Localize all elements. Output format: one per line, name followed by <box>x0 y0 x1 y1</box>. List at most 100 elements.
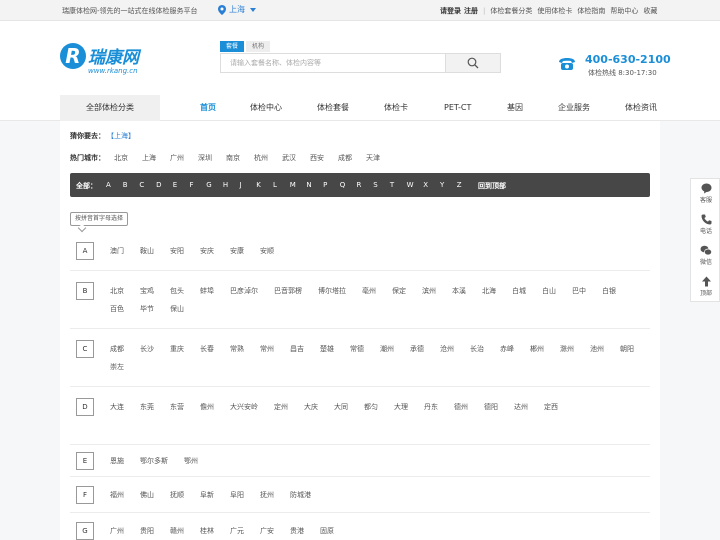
letter-link-w[interactable]: W <box>407 181 414 189</box>
letter-link-z[interactable]: Z <box>457 181 462 189</box>
letter-link-h[interactable]: H <box>223 181 228 189</box>
register-link[interactable]: 注册 <box>464 6 478 16</box>
letter-link-s[interactable]: S <box>373 181 377 189</box>
city-link[interactable]: 阜新 <box>200 486 214 504</box>
city-link[interactable]: 潮州 <box>380 340 394 358</box>
city-link[interactable]: 广元 <box>230 522 244 540</box>
city-link[interactable]: 德州 <box>454 398 468 416</box>
city-link[interactable]: 恩施 <box>110 452 124 470</box>
city-link[interactable]: 白城 <box>512 282 526 300</box>
hot-city[interactable]: 广州 <box>170 153 184 163</box>
city-link[interactable]: 成都 <box>110 340 124 358</box>
city-link[interactable]: 桂林 <box>200 522 214 540</box>
letter-link-l[interactable]: L <box>273 181 277 189</box>
city-link[interactable]: 佛山 <box>140 486 154 504</box>
letter-link-n[interactable]: N <box>306 181 311 189</box>
city-link[interactable]: 东莞 <box>140 398 154 416</box>
nav-checkup-center[interactable]: 体检中心 <box>250 95 282 121</box>
letter-link-p[interactable]: P <box>323 181 327 189</box>
all-categories-button[interactable]: 全部体检分类 <box>60 95 160 121</box>
hot-city[interactable]: 深圳 <box>198 153 212 163</box>
nav-home[interactable]: 首页 <box>200 95 216 121</box>
letter-link-q[interactable]: Q <box>340 181 346 189</box>
nav-news[interactable]: 体检资讯 <box>625 95 657 121</box>
site-logo[interactable]: R 瑞康网 www.rkang.cn <box>60 43 150 77</box>
city-link[interactable]: 定西 <box>544 398 558 416</box>
city-link[interactable]: 毕节 <box>140 300 154 318</box>
city-link[interactable]: 儋州 <box>200 398 214 416</box>
city-link[interactable]: 赤峰 <box>500 340 514 358</box>
letter-link-m[interactable]: M <box>290 181 296 189</box>
city-link[interactable]: 百色 <box>110 300 124 318</box>
city-link[interactable]: 澳门 <box>110 242 124 260</box>
search-button[interactable] <box>445 53 501 73</box>
letter-link-k[interactable]: K <box>256 181 261 189</box>
help-center-link[interactable]: 帮助中心 <box>610 6 638 16</box>
city-link[interactable]: 赣州 <box>170 522 184 540</box>
city-link[interactable]: 安顺 <box>260 242 274 260</box>
letter-link-x[interactable]: X <box>423 181 428 189</box>
hot-city[interactable]: 成都 <box>338 153 352 163</box>
hot-city[interactable]: 武汉 <box>282 153 296 163</box>
city-link[interactable]: 安阳 <box>170 242 184 260</box>
customer-service-button[interactable]: 客服 <box>691 179 720 210</box>
search-tab-institution[interactable]: 机构 <box>246 41 271 52</box>
location-selector[interactable]: 上海 <box>218 4 256 15</box>
city-link[interactable]: 广州 <box>110 522 124 540</box>
city-link[interactable]: 大庆 <box>304 398 318 416</box>
city-link[interactable]: 滨州 <box>422 282 436 300</box>
city-link[interactable]: 安康 <box>230 242 244 260</box>
letter-link-g[interactable]: G <box>206 181 211 189</box>
city-link[interactable]: 福州 <box>110 486 124 504</box>
city-link[interactable]: 抚顺 <box>170 486 184 504</box>
package-category-link[interactable]: 体检套餐分类 <box>490 6 532 16</box>
city-link[interactable]: 鞍山 <box>140 242 154 260</box>
hot-city[interactable]: 北京 <box>114 153 128 163</box>
city-link[interactable]: 德阳 <box>484 398 498 416</box>
city-link[interactable]: 大连 <box>110 398 124 416</box>
letter-link-f[interactable]: F <box>190 181 194 189</box>
city-link[interactable]: 长治 <box>470 340 484 358</box>
city-link[interactable]: 重庆 <box>170 340 184 358</box>
city-link[interactable]: 固原 <box>320 522 334 540</box>
city-link[interactable]: 达州 <box>514 398 528 416</box>
city-link[interactable]: 巴音郭楞 <box>274 282 302 300</box>
city-link[interactable]: 安庆 <box>200 242 214 260</box>
city-link[interactable]: 昌吉 <box>290 340 304 358</box>
nav-checkup-card[interactable]: 体检卡 <box>384 95 408 121</box>
city-link[interactable]: 朝阳 <box>620 340 634 358</box>
city-link[interactable]: 贵港 <box>290 522 304 540</box>
city-link[interactable]: 大理 <box>394 398 408 416</box>
city-link[interactable]: 常德 <box>350 340 364 358</box>
back-to-top-link[interactable]: 回到顶部 <box>478 181 506 191</box>
city-link[interactable]: 贵阳 <box>140 522 154 540</box>
hot-city[interactable]: 上海 <box>142 153 156 163</box>
guide-link[interactable]: 体检指南 <box>577 6 605 16</box>
letter-link-b[interactable]: B <box>123 181 128 189</box>
search-input[interactable] <box>221 54 445 72</box>
letter-link-d[interactable]: D <box>156 181 161 189</box>
letter-link-y[interactable]: Y <box>440 181 444 189</box>
nav-pet-ct[interactable]: PET-CT <box>444 95 471 121</box>
city-link[interactable]: 巴彦淖尔 <box>230 282 258 300</box>
back-to-top-button[interactable]: 顶部 <box>691 272 720 303</box>
city-link[interactable]: 白银 <box>602 282 616 300</box>
city-link[interactable]: 楚雄 <box>320 340 334 358</box>
city-link[interactable]: 博尔塔拉 <box>318 282 346 300</box>
city-link[interactable]: 北京 <box>110 282 124 300</box>
city-link[interactable]: 池州 <box>590 340 604 358</box>
phone-button[interactable]: 电话 <box>691 210 720 241</box>
city-link[interactable]: 丹东 <box>424 398 438 416</box>
letter-link-r[interactable]: R <box>357 181 362 189</box>
nav-gene[interactable]: 基因 <box>507 95 523 121</box>
city-link[interactable]: 亳州 <box>362 282 376 300</box>
city-link[interactable]: 崇左 <box>110 358 124 376</box>
city-link[interactable]: 定州 <box>274 398 288 416</box>
hot-city[interactable]: 杭州 <box>254 153 268 163</box>
city-link[interactable]: 本溪 <box>452 282 466 300</box>
city-link[interactable]: 郴州 <box>530 340 544 358</box>
city-link[interactable]: 滁州 <box>560 340 574 358</box>
city-link[interactable]: 保山 <box>170 300 184 318</box>
search-tab-package[interactable]: 套餐 <box>220 41 245 52</box>
city-link[interactable]: 常州 <box>260 340 274 358</box>
